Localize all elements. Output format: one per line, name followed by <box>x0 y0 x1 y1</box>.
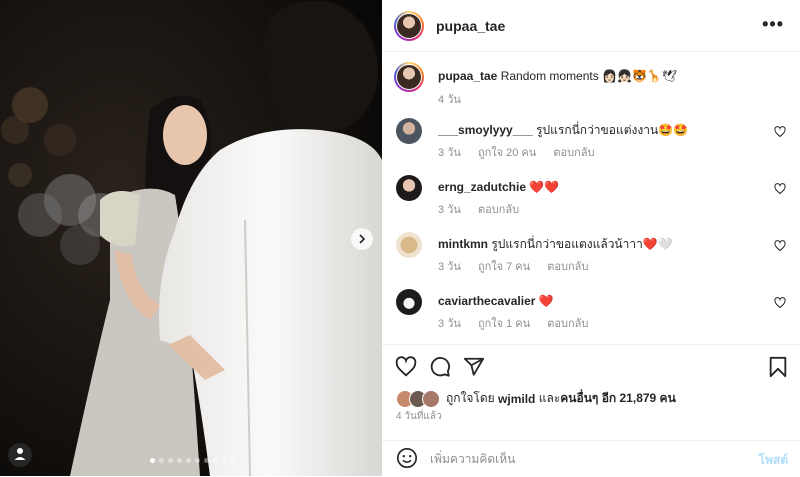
commenter-avatar[interactable] <box>396 232 422 258</box>
caption-avatar[interactable] <box>394 62 424 92</box>
likes-count[interactable]: คนอื่นๆ อีก 21,879 คน <box>560 389 676 408</box>
carousel-dots <box>150 458 236 463</box>
comment-item: ___smoylyyy___ รูปแรกนี่กว่าขอแต่งงาน🤩🤩 … <box>396 118 786 168</box>
post-timestamp[interactable]: 4 วันที่แล้ว <box>396 409 442 424</box>
comment-icon[interactable] <box>429 356 451 378</box>
liker-username[interactable]: wjmild <box>498 392 535 406</box>
carousel-dot <box>204 458 209 463</box>
caption-username[interactable]: pupaa_tae <box>438 69 497 83</box>
like-icon[interactable] <box>395 356 417 378</box>
comments-section: pupaa_tae Random moments 👩🏻👧🏻🐯🦒🕊 4 วัน _… <box>382 52 800 344</box>
comment-time[interactable]: 3 วัน <box>438 204 461 216</box>
chevron-right-icon <box>359 234 366 244</box>
reply-button[interactable]: ตอบกลับ <box>553 147 594 159</box>
caption-text: pupaa_tae Random moments 👩🏻👧🏻🐯🦒🕊 <box>438 68 677 84</box>
caption-body: Random moments <box>500 69 599 83</box>
comment-time[interactable]: 3 วัน <box>438 318 461 330</box>
reply-button[interactable]: ตอบกลับ <box>478 204 519 216</box>
comment-meta: 3 วัน ถูกใจ 7 คน ตอบกลับ <box>438 257 602 275</box>
comment-emojis: ❤️❤️ <box>529 180 560 194</box>
carousel-dot <box>195 458 200 463</box>
comment-text: caviarthecavalier ❤️ <box>438 293 554 309</box>
add-comment-bar: โพสต์ <box>382 440 800 477</box>
carousel-dot <box>222 458 227 463</box>
comment-meta: 3 วัน ถูกใจ 20 คน ตอบกลับ <box>438 143 609 161</box>
caption-row: pupaa_tae Random moments 👩🏻👧🏻🐯🦒🕊 4 วัน <box>394 62 786 112</box>
carousel-dot <box>177 458 182 463</box>
comment-meta: 3 วัน ตอบกลับ <box>438 200 533 218</box>
reply-button[interactable]: ตอบกลับ <box>547 318 588 330</box>
caption-meta: 4 วัน <box>438 90 475 108</box>
more-options-icon[interactable]: ••• <box>762 14 784 35</box>
author-username[interactable]: pupaa_tae <box>436 18 505 34</box>
comment-text: mintkmn รูปแรกนี่กว่าขอแตงแล้วน้าาา❤️🤍 <box>438 236 673 252</box>
comment-likes[interactable]: ถูกใจ 1 คน <box>478 318 530 330</box>
comment-time[interactable]: 3 วัน <box>438 147 461 159</box>
liker-avatar <box>422 389 440 408</box>
comment-input[interactable] <box>428 448 732 470</box>
commenter-avatar[interactable] <box>396 289 422 315</box>
comment-emojis: 🤩🤩 <box>658 123 689 137</box>
post-photo[interactable] <box>0 0 382 476</box>
likes-prefix: ถูกใจโดย <box>446 391 495 405</box>
author-avatar[interactable] <box>394 10 424 41</box>
comment-likes[interactable]: ถูกใจ 7 คน <box>478 261 530 273</box>
reply-button[interactable]: ตอบกลับ <box>547 261 588 273</box>
comment-item: mintkmn รูปแรกนี่กว่าขอแตงแล้วน้าาา❤️🤍 3… <box>396 232 786 282</box>
carousel-dot <box>150 458 155 463</box>
carousel-dot <box>159 458 164 463</box>
post-comment-button[interactable]: โพสต์ <box>759 451 788 470</box>
save-icon[interactable] <box>768 356 788 378</box>
comment-like-icon[interactable] <box>774 183 786 195</box>
comment-username[interactable]: caviarthecavalier <box>438 294 535 308</box>
carousel-dot <box>231 458 236 463</box>
comment-time[interactable]: 3 วัน <box>438 261 461 273</box>
post-header: pupaa_tae ••• <box>382 0 800 52</box>
comment-item: caviarthecavalier ❤️ 3 วัน ถูกใจ 1 คน ตอ… <box>396 289 786 339</box>
comment-likes[interactable]: ถูกใจ 20 คน <box>478 147 536 159</box>
comment-emojis: ❤️🤍 <box>642 237 673 251</box>
comment-item: erng_zadutchie ❤️❤️ 3 วัน ตอบกลับ <box>396 175 786 225</box>
share-icon[interactable] <box>463 356 485 378</box>
commenter-avatar[interactable] <box>396 175 422 201</box>
comment-username[interactable]: ___smoylyyy___ <box>438 123 533 137</box>
likes-middle: และ <box>538 391 561 405</box>
comment-body: รูปแรกนี่กว่าขอแต่งงาน <box>536 123 659 137</box>
caption-time[interactable]: 4 วัน <box>438 94 461 106</box>
comment-text: ___smoylyyy___ รูปแรกนี่กว่าขอแต่งงาน🤩🤩 <box>438 122 688 138</box>
likes-summary: ถูกใจโดย wjmild และ คนอื่นๆ อีก 21,879 คน <box>396 389 676 408</box>
carousel-dot <box>186 458 191 463</box>
likers-avatars <box>396 389 440 408</box>
post-panel: pupaa_tae ••• pupaa_tae Random moments 👩… <box>382 0 800 476</box>
carousel-dot <box>213 458 218 463</box>
comment-emojis: ❤️ <box>538 294 554 308</box>
comment-like-icon[interactable] <box>774 297 786 309</box>
comment-text: erng_zadutchie ❤️❤️ <box>438 179 559 195</box>
carousel-dot <box>168 458 173 463</box>
comment-username[interactable]: erng_zadutchie <box>438 180 526 194</box>
caption-emojis: 👩🏻👧🏻🐯🦒🕊 <box>602 69 678 83</box>
comment-body: รูปแรกนี่กว่าขอแตงแล้วน้าาา <box>491 237 643 251</box>
next-slide-button[interactable] <box>351 228 373 250</box>
post-image <box>0 0 382 476</box>
tagged-people-icon[interactable] <box>8 443 32 467</box>
comment-meta: 3 วัน ถูกใจ 1 คน ตอบกลับ <box>438 314 602 332</box>
emoji-icon[interactable] <box>396 447 418 469</box>
comment-like-icon[interactable] <box>774 126 786 138</box>
comment-like-icon[interactable] <box>774 240 786 252</box>
comment-username[interactable]: mintkmn <box>438 237 488 251</box>
commenter-avatar[interactable] <box>396 118 422 144</box>
